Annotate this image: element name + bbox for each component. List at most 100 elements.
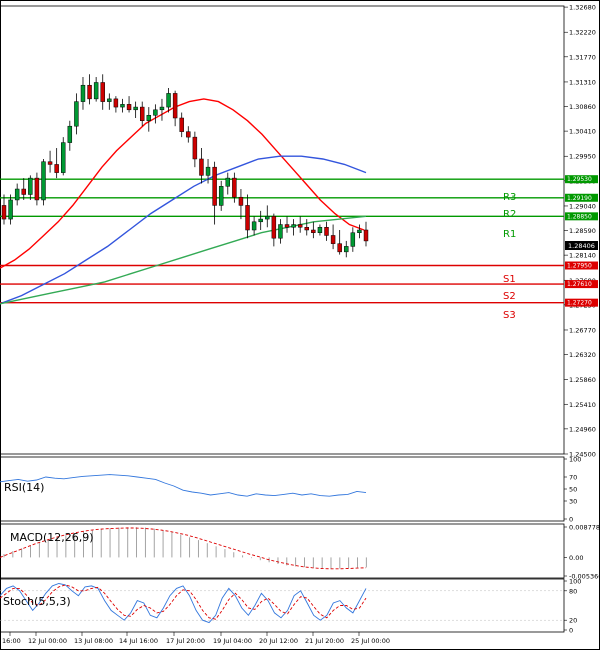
time-tick-label: 21 Jul 20:00: [305, 637, 344, 645]
macd-tick-label: 0.008778: [569, 524, 600, 532]
price-tick-label: 1.24960: [569, 425, 596, 433]
candle-body: [258, 218, 263, 223]
candle-body: [330, 235, 336, 244]
candle-body: [357, 229, 362, 233]
candle-body: [126, 104, 132, 111]
price-tick-label: 1.31770: [569, 53, 596, 61]
s3-label: S3: [503, 310, 516, 321]
stoch-tick-label: 0: [569, 627, 573, 635]
time-tick-label: 25 Jul 00:00: [351, 637, 390, 645]
candle-body: [199, 158, 204, 176]
candle-body: [120, 104, 125, 108]
candle-body: [297, 224, 303, 228]
time-tick-label: 17 Jul 20:00: [166, 637, 205, 645]
rsi-tick-label: 70: [569, 474, 577, 482]
candle-body: [265, 216, 270, 220]
level-value-r2: 1.29190: [567, 195, 592, 202]
price-tick-label: 1.30410: [569, 128, 596, 136]
candle-body: [166, 93, 171, 108]
candle-body: [172, 93, 178, 119]
candle-body: [278, 224, 283, 239]
level-value-r3: 1.29530: [567, 176, 592, 183]
price-tick-label: 1.32680: [569, 4, 596, 12]
price-tick-label: 1.26770: [569, 326, 596, 334]
r2-label: R2: [503, 209, 516, 220]
stoch-tick-label: 80: [569, 587, 577, 595]
price-tick-label: 1.28140: [569, 252, 596, 260]
candle-body: [146, 115, 152, 121]
time-tick-label: 16:00: [2, 637, 21, 645]
stoch-tick-label: 20: [569, 617, 577, 625]
price-tick-label: 1.31310: [569, 78, 596, 86]
candle-body: [179, 117, 184, 132]
candle-body: [87, 84, 92, 100]
level-value-s2: 1.27610: [567, 281, 592, 288]
candle-body: [74, 101, 79, 127]
candle-body: [21, 188, 26, 195]
time-tick-label: 12 Jul 00:00: [28, 637, 67, 645]
s2-label: S2: [503, 291, 516, 302]
candle-body: [54, 164, 59, 173]
candle-body: [100, 82, 105, 102]
level-value-s3: 1.27270: [567, 300, 592, 307]
price-tick-label: 1.29040: [569, 202, 596, 210]
candle-body: [311, 229, 316, 233]
macd-title: MACD(12,26,9): [10, 531, 94, 544]
candle-body: [271, 216, 277, 239]
candle-body: [251, 221, 257, 231]
time-tick-label: 13 Jul 08:00: [74, 637, 113, 645]
price-tick-label: 1.28590: [569, 227, 596, 235]
price-tick-label: 1.32220: [569, 29, 596, 37]
level-value-s1: 1.27950: [567, 263, 592, 270]
candle-body: [192, 136, 198, 160]
candle-body: [225, 177, 231, 187]
candle-body: [186, 131, 191, 138]
time-tick-label: 19 Jul 04:00: [213, 637, 252, 645]
rsi-tick-label: 50: [569, 486, 577, 494]
candle-body: [304, 227, 309, 231]
s1-label: S1: [503, 274, 516, 285]
price-tick-label: 1.25860: [569, 376, 596, 384]
level-value-r1: 1.28850: [567, 213, 592, 220]
candle-body: [1, 205, 7, 220]
candle-body: [133, 106, 138, 111]
rsi-tick-label: 100: [569, 456, 581, 464]
candle-body: [61, 142, 66, 173]
candle-body: [14, 188, 20, 201]
candle-body: [337, 243, 342, 253]
candle-body: [350, 232, 356, 247]
candle-body: [238, 196, 244, 206]
candle-body: [8, 199, 13, 220]
candle-body: [291, 224, 296, 228]
candle-body: [93, 82, 99, 100]
candle-body: [80, 84, 86, 102]
candle-body: [113, 98, 119, 108]
candle-body: [212, 166, 217, 206]
stoch-title: Stoch(5,5,3): [3, 595, 71, 608]
candle-body: [205, 166, 211, 176]
candle-body: [344, 246, 349, 253]
candle-body: [41, 161, 46, 201]
candle-body: [232, 177, 237, 198]
current-price-label: 1.28406: [568, 242, 595, 250]
r3-label: R3: [503, 192, 516, 203]
macd-tick-label: 0.00: [569, 554, 583, 562]
time-tick-label: 14 Jul 16:00: [119, 637, 158, 645]
candle-body: [324, 227, 329, 236]
price-tick-label: 1.29950: [569, 153, 596, 161]
candle-body: [245, 205, 250, 231]
candle-body: [363, 229, 369, 242]
candle-body: [218, 186, 224, 206]
candle-body: [107, 98, 112, 102]
rsi-tick-label: 0: [569, 516, 573, 524]
candle-body: [284, 224, 290, 228]
candle-body: [159, 106, 165, 111]
price-tick-label: 1.25410: [569, 401, 596, 409]
stoch-tick-label: 100: [569, 578, 581, 586]
rsi-tick-label: 30: [569, 498, 577, 506]
candle-body: [153, 109, 158, 116]
candle-body: [34, 177, 40, 201]
candle-body: [67, 125, 73, 143]
time-tick-label: 20 Jul 12:00: [259, 637, 298, 645]
candle-body: [139, 106, 145, 121]
